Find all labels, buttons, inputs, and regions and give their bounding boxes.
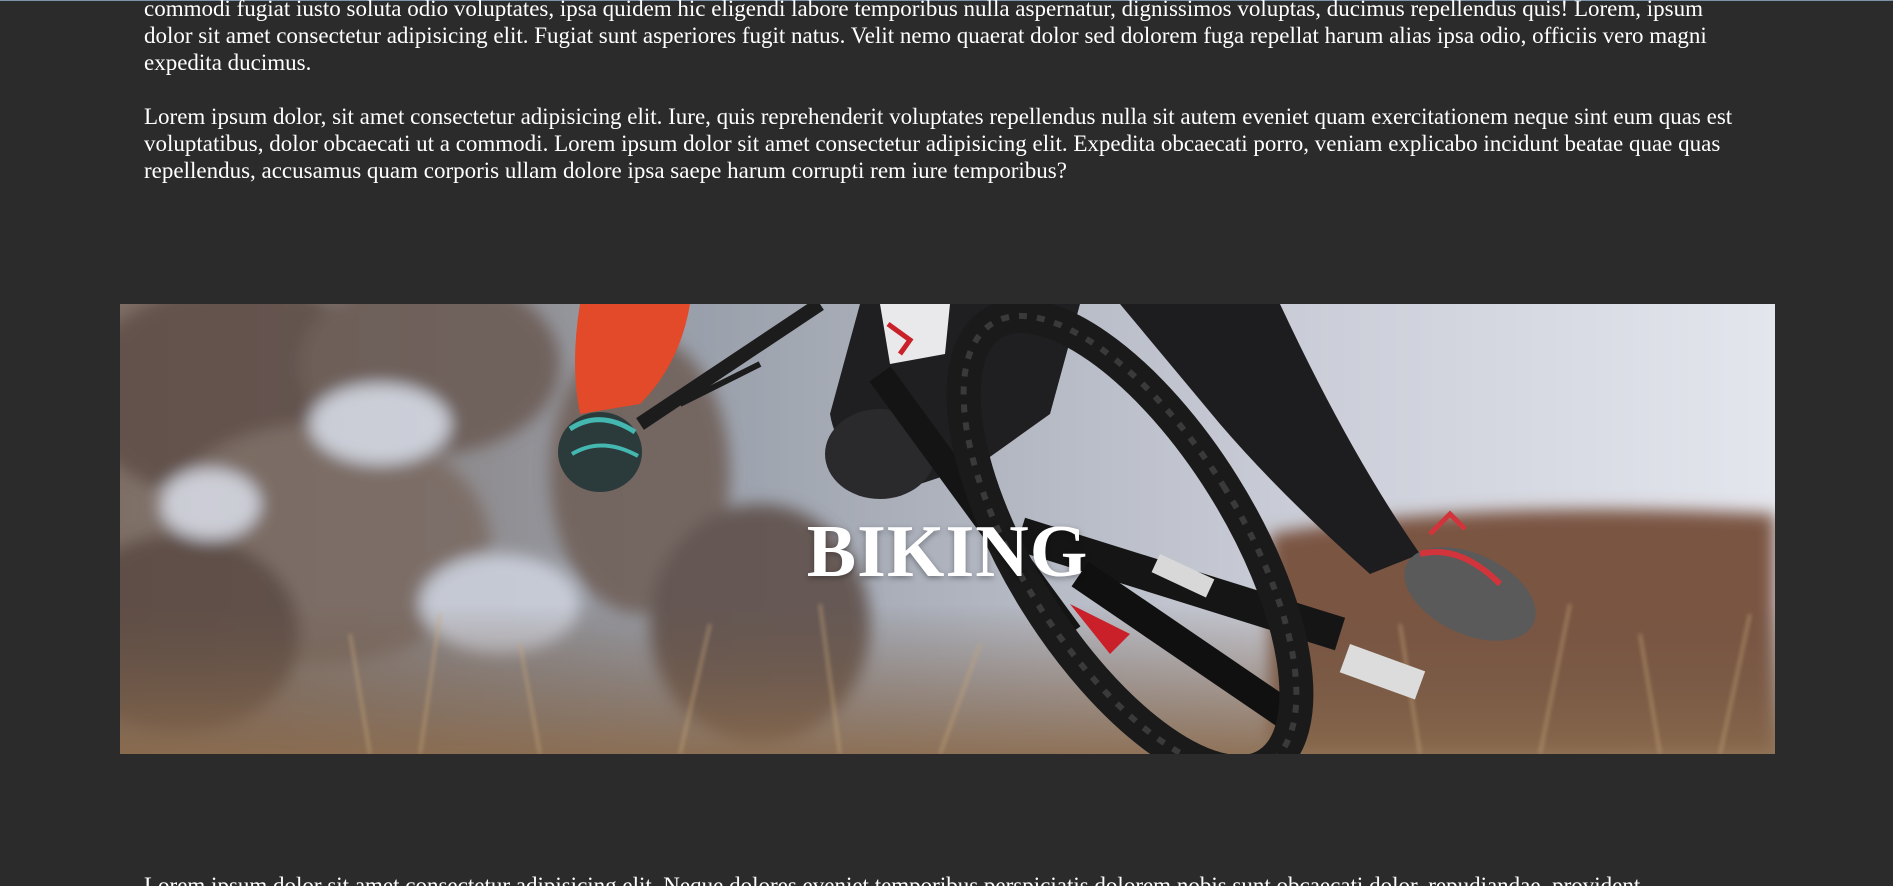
biking-banner: BIKING [120,304,1775,754]
body-paragraph: Lorem ipsum dolor sit amet consectetur a… [144,873,1646,886]
body-paragraph: Lorem ipsum dolor, sit amet consectetur … [144,104,1733,183]
body-paragraph: commodi fugiat iusto soluta odio volupta… [144,0,1707,75]
banner-title: BIKING [806,510,1089,593]
